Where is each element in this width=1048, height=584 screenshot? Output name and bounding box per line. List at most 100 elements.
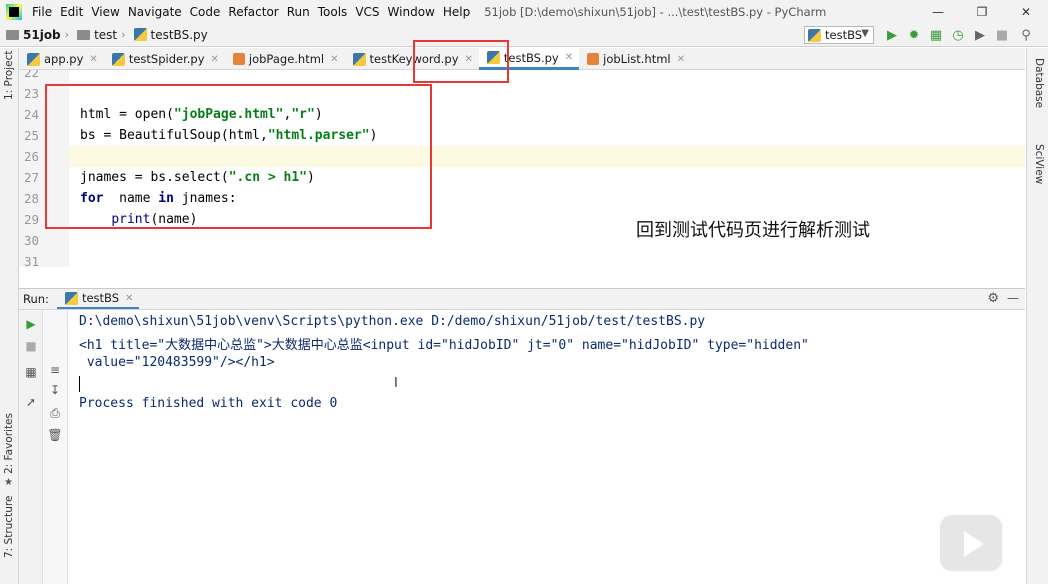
menu-vcs[interactable]: VCS	[351, 5, 383, 19]
menu-bar: File Edit View Navigate Code Refactor Ru…	[0, 0, 1048, 23]
console-line: Process finished with exit code 0	[79, 396, 338, 411]
hide-panel-icon[interactable]: —	[1007, 291, 1019, 305]
soft-wrap-icon[interactable]: ≡	[47, 362, 63, 378]
menu-code[interactable]: Code	[186, 5, 225, 19]
menu-tools[interactable]: Tools	[314, 5, 352, 19]
breadcrumb-project[interactable]: 51job ›	[6, 28, 73, 42]
run-toolbar-primary: ▶ ■ ▦ ➚	[19, 310, 43, 584]
chevron-down-icon: ▼	[861, 28, 869, 39]
folder-icon	[77, 29, 91, 40]
breadcrumb-folder[interactable]: test ›	[77, 28, 129, 42]
breadcrumb-file-label: testBS.py	[150, 27, 208, 42]
tab-label: jobPage.html	[248, 52, 325, 66]
run-tab-label: testBS	[81, 291, 120, 305]
line-number: 28	[23, 191, 39, 206]
video-play-watermark-icon	[938, 513, 1004, 573]
close-tab-icon[interactable]: ✕	[565, 52, 573, 63]
chevron-right-icon: ›	[121, 28, 126, 41]
menu-file[interactable]: File	[28, 5, 56, 19]
run-panel-title: Run:	[23, 292, 49, 306]
run-tab-testbs[interactable]: testBS ✕	[56, 289, 140, 309]
line-number: 22	[23, 70, 39, 80]
gear-icon[interactable]: ⚙	[987, 291, 999, 306]
trash-icon[interactable]: 🗑	[47, 427, 63, 443]
python-file-icon	[133, 28, 147, 41]
tab-label: jobList.html	[603, 52, 671, 66]
minimize-icon[interactable]: —	[916, 0, 960, 23]
close-tab-icon[interactable]: ✕	[125, 293, 133, 304]
menu-view[interactable]: View	[87, 5, 123, 19]
right-tool-strip: Database SciView	[1026, 48, 1048, 584]
text-caret	[79, 376, 80, 392]
line-number: 27	[23, 170, 39, 185]
close-tab-icon[interactable]: ✕	[677, 54, 685, 65]
breadcrumb-file[interactable]: testBS.py	[133, 27, 208, 42]
tab-jobpage-html[interactable]: jobPage.html ✕	[225, 48, 345, 70]
menu-help[interactable]: Help	[439, 5, 474, 19]
restore-icon[interactable]: ❐	[960, 0, 1004, 23]
pin-icon[interactable]: ➚	[23, 394, 39, 410]
html-file-icon	[232, 53, 245, 65]
database-tool-window-tab[interactable]: Database	[1033, 58, 1045, 108]
tab-testspider-py[interactable]: testSpider.py ✕	[104, 48, 225, 70]
structure-tool-window-tab[interactable]: 7: Structure	[3, 496, 15, 558]
close-tab-icon[interactable]: ✕	[330, 54, 338, 65]
close-icon[interactable]: ✕	[1004, 0, 1048, 23]
run-panel-header: Run: testBS ✕ ⚙ —	[19, 288, 1025, 310]
tab-app-py[interactable]: app.py ✕	[19, 48, 104, 70]
console-line: D:\demo\shixun\51job\venv\Scripts\python…	[79, 314, 706, 329]
python-file-icon	[27, 52, 40, 66]
close-tab-icon[interactable]: ✕	[211, 54, 219, 65]
star-icon: ★	[4, 477, 13, 488]
stop-icon[interactable]: ■	[994, 27, 1010, 43]
tab-label: app.py	[44, 52, 84, 66]
editor-tabs: app.py ✕ testSpider.py ✕ jobPage.html ✕ …	[19, 48, 1025, 70]
menu-run[interactable]: Run	[283, 5, 314, 19]
tab-joblist-html[interactable]: jobList.html ✕	[579, 48, 691, 70]
tab-label: testBS.py	[503, 50, 559, 65]
python-file-icon	[352, 52, 366, 66]
build-icon[interactable]: ▶	[972, 27, 988, 43]
rerun-icon[interactable]: ▶	[23, 316, 39, 332]
line-number: 31	[23, 254, 39, 267]
menu-navigate[interactable]: Navigate	[124, 5, 186, 19]
run-console[interactable]: D:\demo\shixun\51job\venv\Scripts\python…	[68, 310, 1025, 584]
line-number: 23	[23, 86, 39, 101]
close-tab-icon[interactable]: ✕	[89, 54, 97, 65]
window-controls: — ❐ ✕	[916, 0, 1048, 23]
run-config-dropdown[interactable]: testBS ▼	[804, 26, 874, 44]
menu-edit[interactable]: Edit	[56, 5, 87, 19]
favorites-tool-window-tab[interactable]: 2: Favorites	[3, 413, 15, 474]
search-icon[interactable]: ⚲	[1018, 27, 1034, 43]
line-number: 30	[23, 233, 39, 248]
menu-window[interactable]: Window	[384, 5, 439, 19]
code-highlight-box	[45, 84, 432, 229]
left-tool-strip: 1: Project 2: Favorites ★ 7: Structure	[0, 48, 19, 584]
layout-icon[interactable]: ▦	[23, 364, 39, 380]
scroll-to-end-icon[interactable]: ↧	[47, 382, 63, 398]
profile-icon[interactable]: ◷	[950, 27, 966, 43]
line-number: 25	[23, 128, 39, 143]
stop-icon[interactable]: ■	[23, 338, 39, 354]
run-config-label: testBS	[825, 28, 863, 42]
menu-refactor[interactable]: Refactor	[224, 5, 282, 19]
tab-label: testSpider.py	[128, 52, 205, 66]
debug-icon[interactable]: ✹	[906, 27, 922, 43]
chevron-right-icon: ›	[64, 28, 70, 41]
window-title: 51job [D:\demo\shixun\51job] - ...\test\…	[484, 4, 827, 19]
project-tool-window-tab[interactable]: 1: Project	[3, 51, 15, 100]
breadcrumb-project-label: 51job	[23, 27, 61, 42]
python-file-icon	[808, 28, 821, 42]
python-file-icon	[64, 291, 78, 305]
breadcrumb-folder-label: test	[94, 27, 118, 42]
video-caption: 回到测试代码页进行解析测试	[636, 220, 870, 241]
tab-highlight-box	[413, 40, 509, 83]
sciview-tool-window-tab[interactable]: SciView	[1033, 144, 1045, 184]
run-toolbar-secondary: ≡ ↧ ⎙ 🗑	[43, 310, 68, 584]
mouse-ibeam-cursor: I	[394, 376, 398, 391]
print-icon[interactable]: ⎙	[47, 405, 63, 421]
python-file-icon	[111, 52, 125, 66]
coverage-icon[interactable]: ▦	[928, 27, 944, 43]
navigation-bar: 51job › test › testBS.py testBS ▼ ▶ ✹ ▦ …	[0, 23, 1048, 47]
run-icon[interactable]: ▶	[884, 27, 900, 43]
